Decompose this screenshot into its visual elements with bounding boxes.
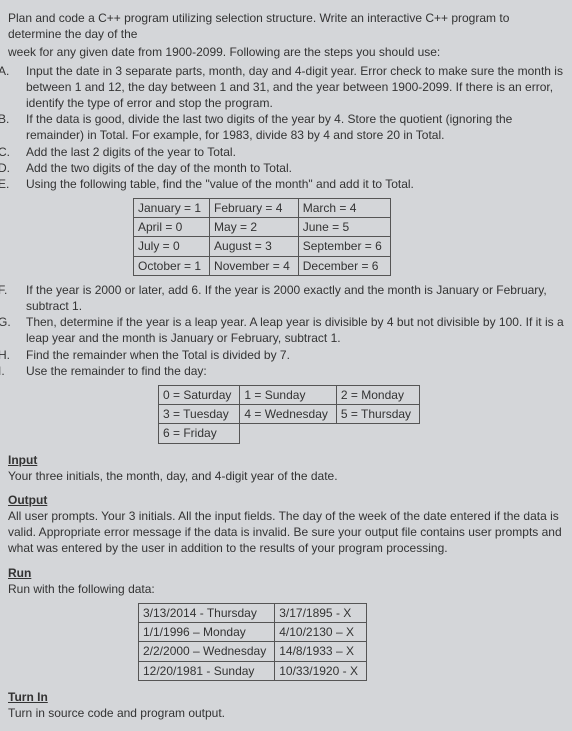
step-d: D.Add the two digits of the day of the m… bbox=[8, 160, 564, 176]
step-b-text: If the data is good, divide the last two… bbox=[26, 112, 512, 142]
turnin-heading: Turn In bbox=[8, 689, 564, 705]
dt-2-2 bbox=[336, 424, 419, 443]
step-f-text: If the year is 2000 or later, add 6. If … bbox=[26, 283, 547, 313]
run-heading: Run bbox=[8, 565, 564, 581]
step-d-text: Add the two digits of the day of the mon… bbox=[26, 161, 292, 175]
run-section: Run Run with the following data: bbox=[8, 565, 564, 597]
dt-2-0: 6 = Friday bbox=[159, 424, 240, 443]
step-b: B.If the data is good, divide the last t… bbox=[8, 111, 564, 143]
dt-0-0: 0 = Saturday bbox=[159, 385, 240, 404]
rt-0-0: 3/13/2014 - Thursday bbox=[139, 604, 275, 623]
step-e: E.Using the following table, find the "v… bbox=[8, 176, 564, 192]
step-e-text: Using the following table, find the "val… bbox=[26, 177, 414, 191]
mt-0-2: March = 4 bbox=[298, 199, 390, 218]
rt-3-0: 12/20/1981 - Sunday bbox=[139, 661, 275, 680]
intro-line-1: Plan and code a C++ program utilizing se… bbox=[8, 10, 564, 42]
mt-3-2: December = 6 bbox=[298, 256, 390, 275]
input-body: Your three initials, the month, day, and… bbox=[8, 468, 564, 484]
input-heading: Input bbox=[8, 452, 564, 468]
mt-3-1: November = 4 bbox=[210, 256, 299, 275]
rt-2-1: 14/8/1933 – X bbox=[275, 642, 367, 661]
output-heading: Output bbox=[8, 492, 564, 508]
dt-0-2: 2 = Monday bbox=[336, 385, 419, 404]
mt-1-2: June = 5 bbox=[298, 218, 390, 237]
dt-0-1: 1 = Sunday bbox=[240, 385, 337, 404]
step-i: I.Use the remainder to find the day: bbox=[8, 363, 564, 379]
mt-2-1: August = 3 bbox=[210, 237, 299, 256]
step-h: H.Find the remainder when the Total is d… bbox=[8, 347, 564, 363]
input-section: Input Your three initials, the month, da… bbox=[8, 452, 564, 484]
run-body: Run with the following data: bbox=[8, 581, 564, 597]
turnin-section: Turn In Turn in source code and program … bbox=[8, 689, 564, 721]
rt-2-0: 2/2/2000 – Wednesday bbox=[139, 642, 275, 661]
mt-2-2: September = 6 bbox=[298, 237, 390, 256]
output-section: Output All user prompts. Your 3 initials… bbox=[8, 492, 564, 557]
mt-1-0: April = 0 bbox=[134, 218, 210, 237]
rt-1-0: 1/1/1996 – Monday bbox=[139, 623, 275, 642]
step-c: C.Add the last 2 digits of the year to T… bbox=[8, 144, 564, 160]
step-c-text: Add the last 2 digits of the year to Tot… bbox=[26, 145, 236, 159]
mt-1-1: May = 2 bbox=[210, 218, 299, 237]
step-g: G.Then, determine if the year is a leap … bbox=[8, 314, 564, 346]
dt-1-0: 3 = Tuesday bbox=[159, 405, 240, 424]
rt-1-1: 4/10/2130 – X bbox=[275, 623, 367, 642]
turnin-body: Turn in source code and program output. bbox=[8, 705, 564, 721]
dt-1-2: 5 = Thursday bbox=[336, 405, 419, 424]
step-a-text: Input the date in 3 separate parts, mont… bbox=[26, 64, 563, 110]
intro-line-2: week for any given date from 1900-2099. … bbox=[8, 44, 564, 60]
run-table: 3/13/2014 - Thursday3/17/1895 - X 1/1/19… bbox=[138, 603, 564, 681]
mt-2-0: July = 0 bbox=[134, 237, 210, 256]
month-table: January = 1February = 4March = 4 April =… bbox=[133, 198, 564, 276]
rt-0-1: 3/17/1895 - X bbox=[275, 604, 367, 623]
step-i-text: Use the remainder to find the day: bbox=[26, 364, 207, 378]
step-h-text: Find the remainder when the Total is div… bbox=[26, 348, 290, 362]
step-f: F.If the year is 2000 or later, add 6. I… bbox=[8, 282, 564, 314]
step-a: A.Input the date in 3 separate parts, mo… bbox=[8, 63, 564, 112]
dt-2-1 bbox=[240, 424, 337, 443]
output-body: All user prompts. Your 3 initials. All t… bbox=[8, 508, 564, 557]
mt-0-0: January = 1 bbox=[134, 199, 210, 218]
mt-0-1: February = 4 bbox=[210, 199, 299, 218]
rt-3-1: 10/33/1920 - X bbox=[275, 661, 367, 680]
dt-1-1: 4 = Wednesday bbox=[240, 405, 337, 424]
mt-3-0: October = 1 bbox=[134, 256, 210, 275]
day-table: 0 = Saturday1 = Sunday2 = Monday 3 = Tue… bbox=[158, 385, 564, 444]
step-g-text: Then, determine if the year is a leap ye… bbox=[26, 315, 564, 345]
